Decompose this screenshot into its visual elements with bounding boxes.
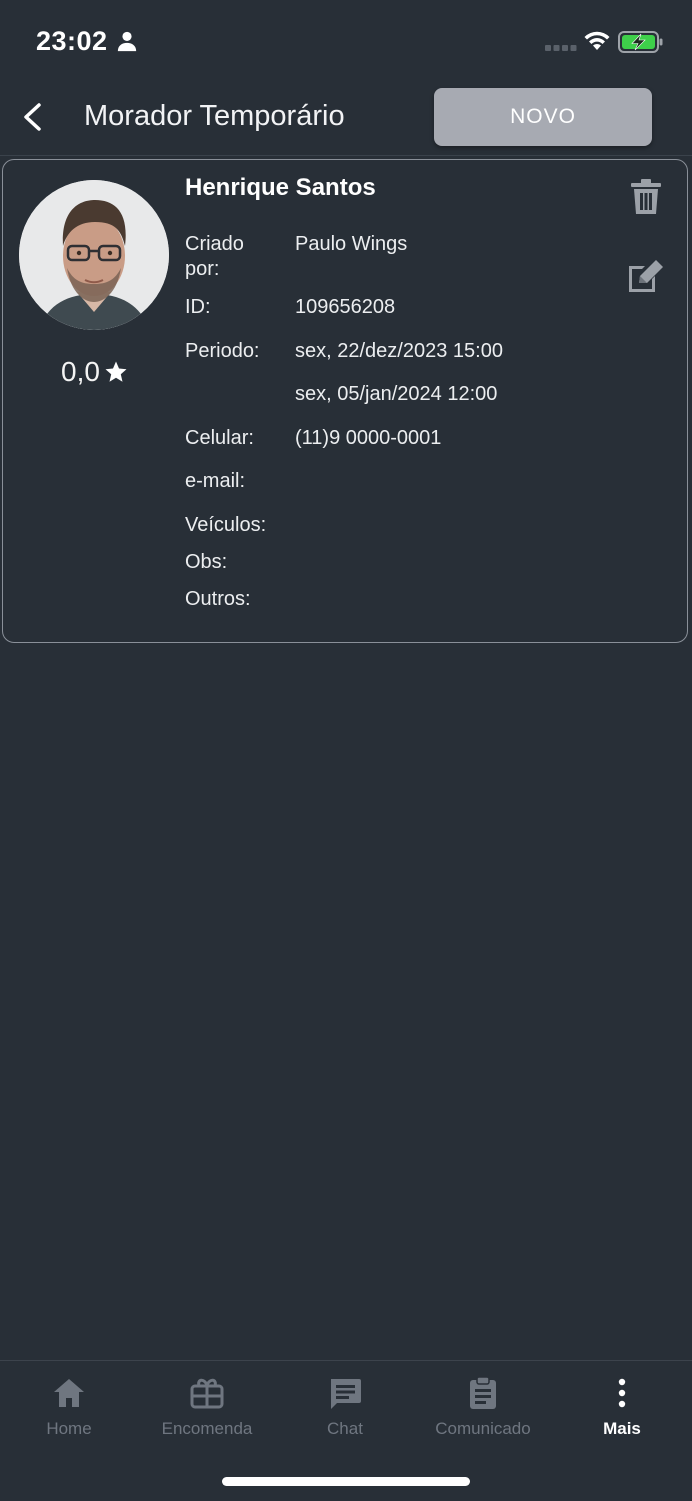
new-button[interactable]: NOVO	[434, 88, 652, 146]
package-icon	[190, 1378, 224, 1409]
nav-label-chat: Chat	[327, 1419, 363, 1438]
rating: 0,0	[61, 356, 128, 388]
star-icon	[105, 361, 127, 382]
more-vertical-icon	[618, 1378, 626, 1408]
vehicles-label: Veículos:	[185, 514, 267, 536]
home-icon	[54, 1379, 84, 1407]
trash-icon[interactable]	[629, 178, 663, 216]
id-label: ID:	[185, 296, 211, 318]
nav-chat[interactable]: Chat	[276, 1371, 414, 1451]
rating-value: 0,0	[61, 356, 100, 387]
app-header: Morador Temporário NOVO	[0, 80, 692, 156]
nav-label-home: Home	[46, 1419, 92, 1438]
nav-comunicado[interactable]: Comunicado	[414, 1371, 552, 1451]
page-title: Morador Temporário	[84, 100, 345, 132]
others-label: Outros:	[185, 588, 251, 610]
period-label: Periodo:	[185, 340, 260, 362]
status-time: 23:02	[36, 26, 108, 56]
nav-home[interactable]: Home	[0, 1371, 138, 1451]
nav-label-mais: Mais	[603, 1419, 641, 1438]
avatar	[19, 180, 169, 330]
nav-mais[interactable]: Mais	[553, 1371, 691, 1451]
nav-encomenda[interactable]: Encomenda	[138, 1371, 276, 1451]
resident-name: Henrique Santos	[185, 174, 376, 201]
phone-label: Celular:	[185, 427, 254, 449]
person-photo	[19, 180, 169, 330]
temporary-resident-card[interactable]: 0,0 Henrique Santos Criado por: Paulo Wi…	[2, 159, 688, 643]
email-label: e-mail:	[185, 470, 246, 492]
chat-icon	[331, 1379, 361, 1409]
edit-icon[interactable]	[625, 258, 665, 296]
period-end: sex, 05/jan/2024 12:00	[295, 383, 498, 405]
created-by-value: Paulo Wings	[295, 233, 408, 255]
home-indicator	[222, 1477, 470, 1486]
notes-label: Obs:	[185, 551, 228, 573]
id-value: 109656208	[295, 296, 396, 318]
battery-charging-icon	[618, 31, 663, 53]
created-by-label: Criado por:	[185, 233, 244, 280]
back-button[interactable]	[14, 98, 52, 136]
person-icon	[117, 31, 137, 52]
clipboard-icon	[470, 1376, 496, 1409]
phone-value: (11)9 0000-0001	[295, 427, 442, 449]
nav-label-comunicado: Comunicado	[435, 1419, 531, 1438]
status-bar: 23:02	[0, 0, 692, 80]
wifi-icon	[584, 31, 610, 50]
signal-icon	[545, 45, 577, 51]
nav-label-encomenda: Encomenda	[161, 1419, 253, 1438]
period-start: sex, 22/dez/2023 15:00	[295, 340, 503, 362]
